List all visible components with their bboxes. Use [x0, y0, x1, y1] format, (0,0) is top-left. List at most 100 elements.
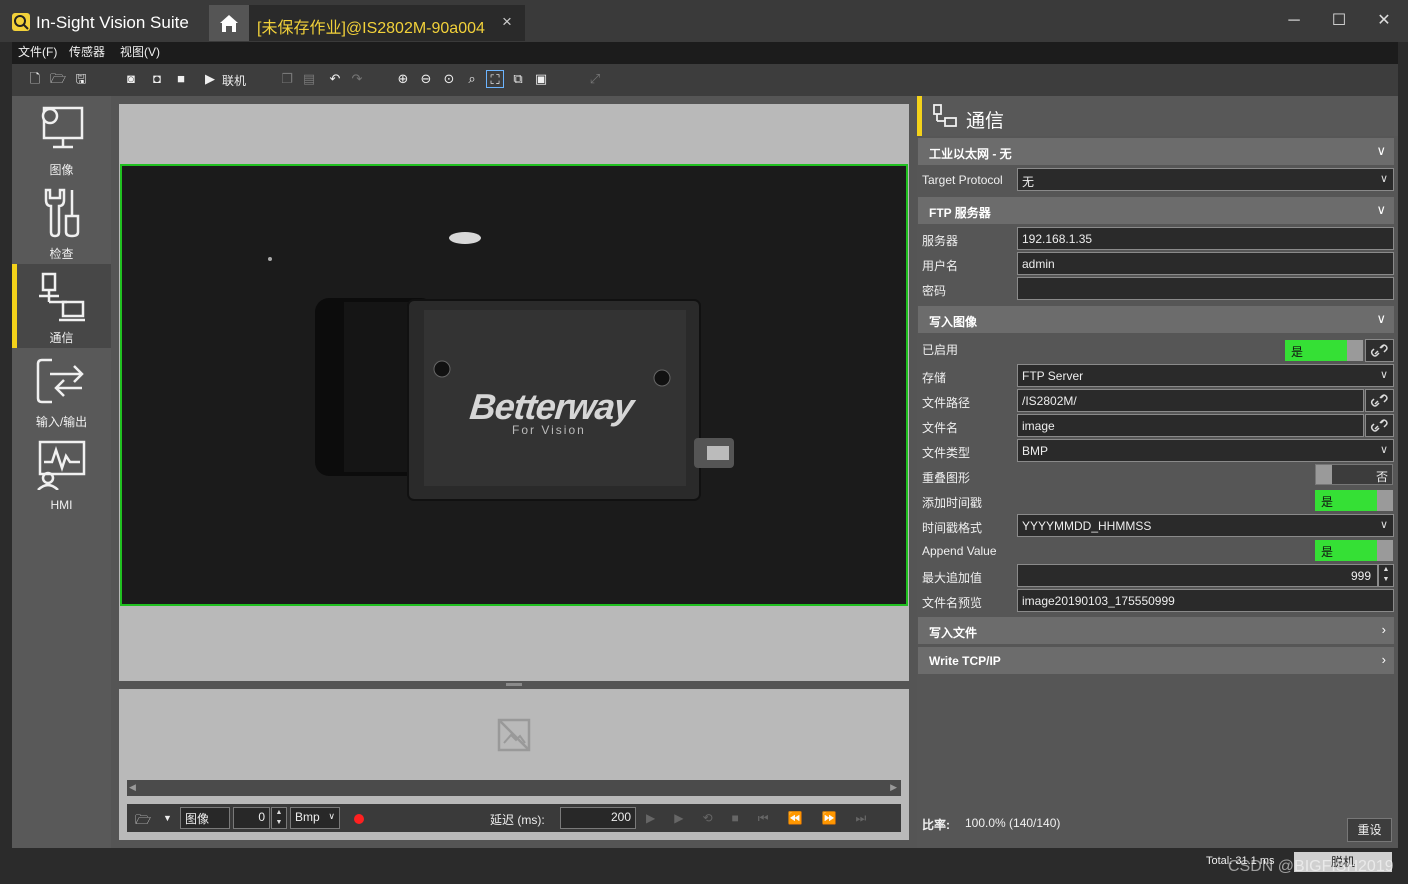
target-protocol-label: Target Protocol: [922, 173, 1003, 187]
nav-io[interactable]: 输入/输出: [12, 348, 111, 432]
max-append-label: 最大追加值: [922, 571, 983, 585]
document-tab-label: [未保存作业]@IS2802M-90a004: [257, 20, 485, 37]
toolbar: [12, 64, 1398, 96]
unlink-icon[interactable]: [1365, 414, 1394, 437]
format-select-value: Bmp: [295, 810, 320, 824]
image-source-field[interactable]: 图像: [180, 807, 230, 829]
ftp-server-label: 服务器: [922, 234, 959, 248]
acquire-image-icon[interactable]: ◙: [122, 70, 140, 88]
append-value-toggle-value: 是: [1315, 540, 1377, 561]
target-protocol-value: 无: [1022, 175, 1035, 189]
home-tab[interactable]: [209, 5, 249, 41]
fit-image-icon[interactable]: ⛶: [486, 70, 504, 88]
picture-icon[interactable]: ▣: [532, 70, 550, 88]
nav-hmi[interactable]: HMI: [12, 432, 111, 516]
record-icon[interactable]: [354, 814, 364, 824]
section-industrial-ethernet[interactable]: 工业以太网 - 无 ∨: [918, 138, 1394, 165]
close-tab-icon[interactable]: ×: [502, 12, 512, 32]
open-folder-icon[interactable]: 🗁: [49, 70, 67, 88]
timestamp-toggle-value: 是: [1315, 490, 1377, 511]
file-path-input[interactable]: /IS2802M/: [1017, 389, 1364, 412]
save-icon[interactable]: 🖫: [72, 70, 90, 88]
max-append-stepper[interactable]: ▲ ▼: [1378, 564, 1394, 587]
folder-icon[interactable]: 🗁: [135, 811, 151, 833]
target-protocol-select[interactable]: 无 ∨: [1017, 168, 1394, 191]
timestamp-format-label: 时间戳格式: [922, 521, 983, 535]
overlay-toggle[interactable]: 否: [1315, 464, 1393, 485]
zoom-fit-icon[interactable]: ⊙: [440, 70, 458, 88]
ftp-password-input[interactable]: [1017, 277, 1394, 300]
video-icon[interactable]: ■: [172, 70, 190, 88]
section-ftp-title: FTP 服务器: [929, 206, 991, 220]
zoom-region-icon[interactable]: ⌕: [463, 70, 481, 88]
storage-value: FTP Server: [1022, 369, 1084, 383]
camera-brand-text: Betterway: [467, 386, 636, 427]
file-type-label: 文件类型: [922, 446, 971, 460]
format-select[interactable]: Bmp ∨: [290, 807, 340, 829]
chevron-down-icon: ∨: [1379, 369, 1388, 381]
nav-image[interactable]: 图像: [12, 96, 111, 180]
tools-icon: [44, 188, 80, 238]
unlink-icon[interactable]: [1365, 389, 1394, 412]
image-settings-icon: [41, 106, 84, 149]
undo-icon[interactable]: ↶: [326, 70, 344, 88]
camera-photo: [122, 166, 906, 604]
reset-button[interactable]: 重设: [1347, 818, 1392, 842]
expand-icon: ⤢: [589, 71, 601, 86]
camera-icon[interactable]: ◘: [148, 70, 166, 88]
image-overlay-icon[interactable]: ⧉: [509, 70, 527, 88]
folder-dropdown-icon[interactable]: ▼: [163, 813, 172, 823]
chevron-down-icon: ∨: [1376, 143, 1386, 158]
append-value-toggle[interactable]: 是: [1315, 540, 1393, 561]
storage-select[interactable]: FTP Server ∨: [1017, 364, 1394, 387]
timestamp-format-select[interactable]: YYYYMMDD_HHMMSS ∨: [1017, 514, 1394, 537]
nav-inspection[interactable]: 检查: [12, 180, 111, 264]
menu-view[interactable]: 视图(V): [120, 43, 160, 60]
camera-image[interactable]: Betterway For Vision: [120, 164, 908, 606]
overlay-label: 重叠图形: [922, 471, 971, 485]
menu-sensor[interactable]: 传感器: [69, 43, 105, 60]
ftp-user-input[interactable]: admin: [1017, 252, 1394, 275]
ftp-server-input[interactable]: 192.168.1.35: [1017, 227, 1394, 250]
zoom-in-icon[interactable]: ⊕: [394, 70, 412, 88]
document-tab[interactable]: [未保存作业]@IS2802M-90a004 ×: [249, 5, 525, 41]
section-write-file-title: 写入文件: [929, 626, 978, 640]
chevron-right-icon: ›: [1381, 652, 1386, 667]
section-write-image[interactable]: 写入图像 ∨: [918, 306, 1394, 333]
playback-controls: ▶▶⟲■⏮⏪⏩⏭: [646, 811, 886, 825]
section-write-file[interactable]: 写入文件 ›: [918, 617, 1394, 644]
menu-file[interactable]: 文件(F): [18, 43, 57, 60]
close-window-button[interactable]: ✕: [1361, 8, 1407, 34]
file-type-select[interactable]: BMP ∨: [1017, 439, 1394, 462]
enabled-toggle[interactable]: 是: [1285, 340, 1363, 361]
splitter-handle[interactable]: [506, 683, 522, 686]
scroll-left-icon[interactable]: ◀: [129, 782, 136, 793]
nav-communication[interactable]: 通信: [12, 264, 111, 348]
play-icon[interactable]: ▶: [201, 70, 219, 88]
section-ftp-server[interactable]: FTP 服务器 ∨: [918, 197, 1394, 224]
max-append-input[interactable]: 999: [1017, 564, 1378, 587]
new-file-icon[interactable]: 🗋: [26, 70, 44, 88]
filename-input[interactable]: image: [1017, 414, 1364, 437]
ftp-user-label: 用户名: [922, 259, 959, 273]
enabled-label: 已启用: [922, 343, 959, 357]
index-stepper[interactable]: ▲ ▼: [271, 807, 287, 829]
storage-label: 存储: [922, 371, 947, 385]
overlay-toggle-value: 否: [1375, 470, 1388, 484]
maximize-button[interactable]: ☐: [1316, 8, 1362, 34]
chevron-down-icon: ∨: [1376, 311, 1386, 326]
image-index-field[interactable]: 0: [233, 807, 270, 829]
toggle-knob: [1316, 465, 1332, 484]
horizontal-scrollbar[interactable]: ◀ ▶: [127, 780, 901, 796]
timestamp-toggle[interactable]: 是: [1315, 490, 1393, 511]
online-button[interactable]: 联机: [222, 72, 246, 89]
unlink-icon[interactable]: [1365, 339, 1394, 362]
hmi-icon: [37, 440, 86, 490]
delay-input[interactable]: 200: [560, 807, 636, 829]
scroll-right-icon[interactable]: ▶: [890, 782, 897, 793]
minimize-button[interactable]: ─: [1271, 8, 1317, 34]
file-type-value: BMP: [1022, 444, 1049, 458]
section-write-tcp[interactable]: Write TCP/IP ›: [918, 647, 1394, 674]
section-write-image-title: 写入图像: [929, 315, 978, 329]
zoom-out-icon[interactable]: ⊖: [417, 70, 435, 88]
